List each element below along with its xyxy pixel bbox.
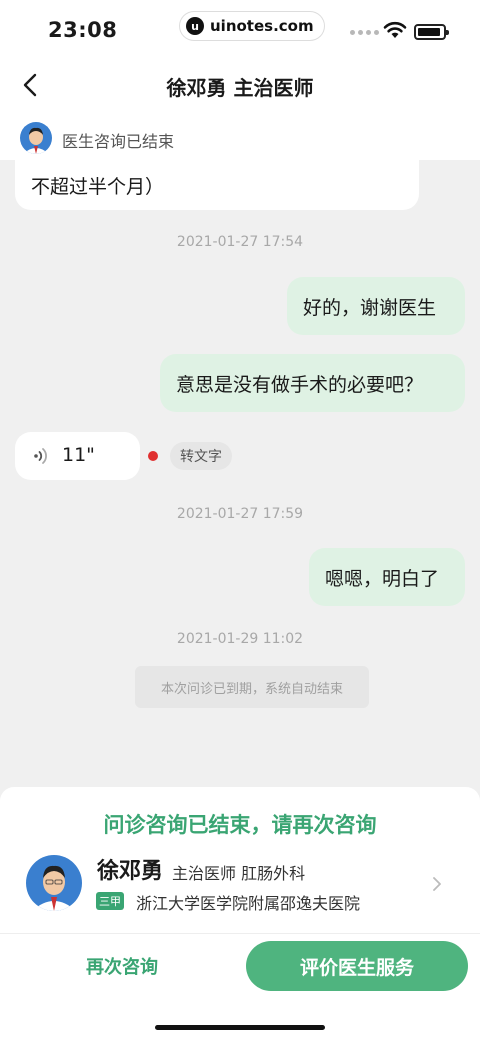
chevron-right-icon[interactable] [430,875,444,893]
watermark-text: uinotes.com [210,17,314,35]
voice-duration: 11" [62,444,95,466]
system-notice: 本次问诊已到期，系统自动结束 [135,666,369,708]
voice-message-bubble[interactable]: 11" [15,432,140,480]
consult-status-bar: 医生咨询已结束 [0,118,480,158]
consult-ended-headline: 问诊咨询已结束，请再次咨询 [103,813,377,837]
doctor-avatar-small[interactable] [20,122,52,154]
message-bubble-doctor[interactable]: 不超过半个月） [15,160,419,210]
rate-doctor-button[interactable]: 评价医生服务 [246,941,468,991]
message-bubble-user[interactable]: 嗯嗯，明白了 [309,548,465,606]
battery-icon [414,24,449,40]
message-bubble-user[interactable]: 意思是没有做手术的必要吧？ [160,354,465,412]
unread-dot [148,451,158,461]
reconsult-button[interactable]: 再次咨询 [28,941,216,991]
convert-to-text-button[interactable]: 转文字 [170,442,232,470]
message-timestamp: 2021-01-27 17:54 [176,234,304,250]
signal-icon [350,30,379,35]
status-bar: 23:08 u uinotes.com [0,0,480,60]
nav-bar: 徐邓勇 主治医师 [0,60,480,110]
doctor-name: 徐邓勇 [97,859,164,884]
status-time: 23:08 [48,18,118,42]
doctor-avatar[interactable] [26,855,82,911]
divider [0,933,480,934]
home-indicator [155,1025,325,1030]
voice-wave-icon [34,448,47,464]
hospital-grade-badge: 三甲 [96,892,124,910]
message-bubble-user[interactable]: 好的，谢谢医生 [287,277,465,335]
doctor-title: 主治医师 肛肠外科 [172,864,306,883]
message-timestamp: 2021-01-29 11:02 [176,631,304,647]
page-title: 徐邓勇 主治医师 [166,76,314,100]
watermark-logo-icon: u [186,17,204,35]
consult-ended-label: 医生咨询已结束 [62,132,175,151]
hospital-name: 浙江大学医学院附属邵逸夫医院 [136,894,361,913]
wifi-icon [383,21,407,38]
consult-end-card: 问诊咨询已结束，请再次咨询 徐邓勇 主治医师 肛肠外科 三甲 浙江大学医学院附属… [0,787,480,1039]
watermark-pill: u uinotes.com [180,12,324,40]
message-timestamp: 2021-01-27 17:59 [176,506,304,522]
